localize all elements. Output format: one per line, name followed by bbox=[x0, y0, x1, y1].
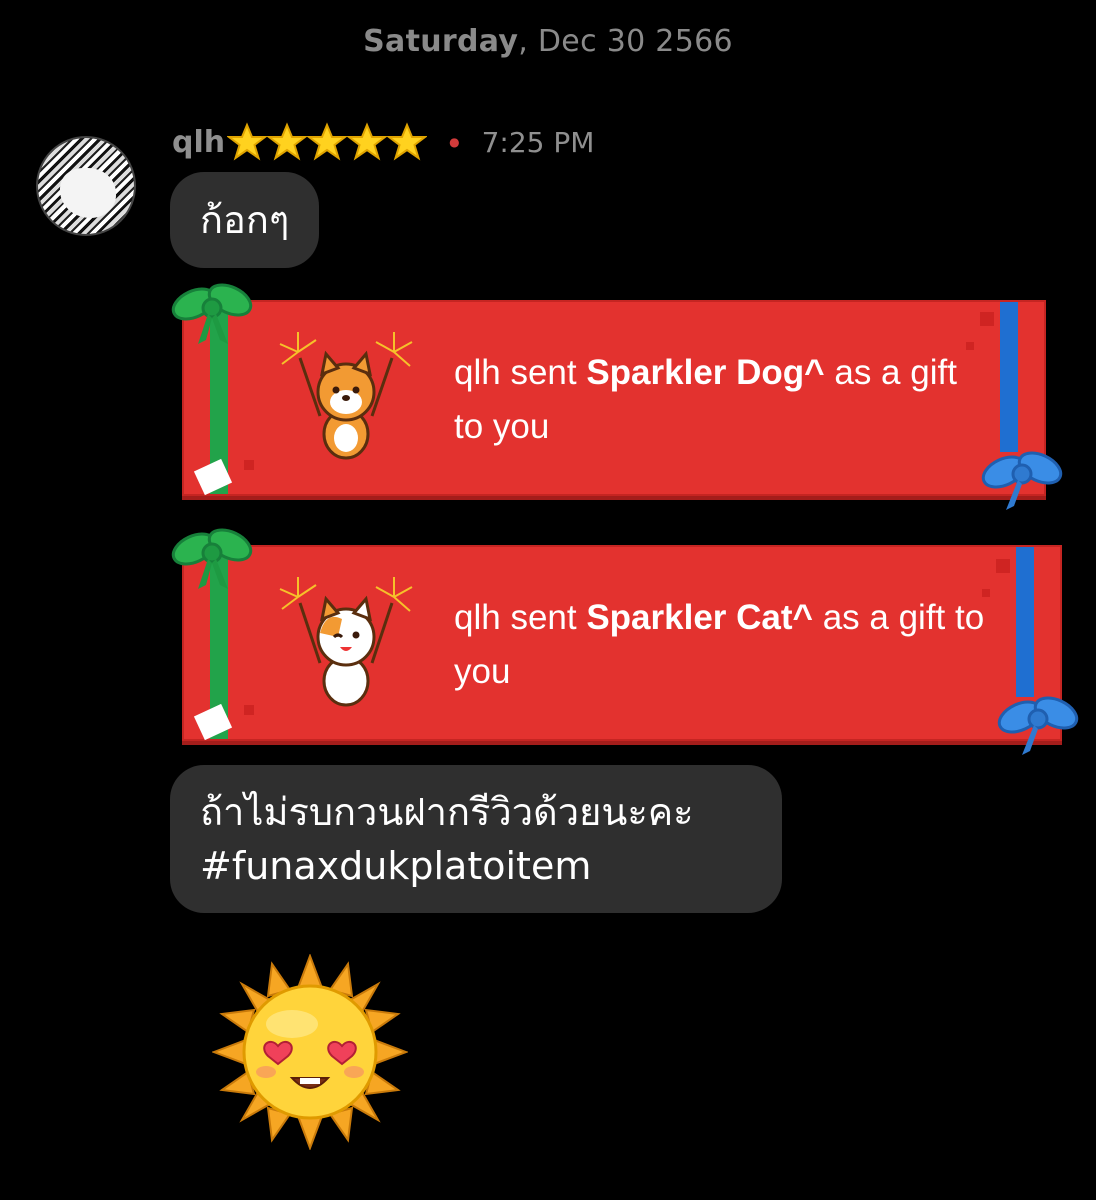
date-rest: , Dec 30 2566 bbox=[518, 24, 733, 59]
decor-square bbox=[244, 705, 254, 715]
bubble-text-line: #funaxdukplatoitem bbox=[200, 844, 592, 888]
chat-bubble[interactable]: ถ้าไม่รบกวนฝากรีวิวด้วยนะคะ #funaxdukpla… bbox=[170, 765, 782, 913]
date-day: Saturday bbox=[363, 24, 519, 59]
decor-square bbox=[996, 559, 1010, 573]
message-header: qlh ● 7:25 PM bbox=[172, 120, 594, 164]
message-time: 7:25 PM bbox=[481, 125, 595, 159]
chat-bubble[interactable]: ก้อกๆ bbox=[170, 172, 320, 268]
date-separator: Saturday, Dec 30 2566 bbox=[0, 24, 1096, 59]
gift-pre: sent bbox=[500, 353, 587, 392]
rating-stars bbox=[227, 122, 428, 162]
gift-pre: sent bbox=[500, 598, 587, 637]
gift-message: qlh sent Sparkler Cat^ as a gift to you bbox=[454, 591, 994, 699]
heart-eyes-sun-sticker[interactable] bbox=[212, 954, 408, 1150]
bubble-text: ก้อกๆ bbox=[200, 198, 290, 242]
star-icon bbox=[267, 122, 308, 161]
username[interactable]: qlh bbox=[172, 125, 225, 160]
star-icon bbox=[227, 122, 268, 161]
gift-item-name: Sparkler Dog^ bbox=[586, 353, 825, 392]
bubble-text-line: ถ้าไม่รบกวนฝากรีวิวด้วยนะคะ bbox=[200, 790, 694, 834]
gift-sender: qlh bbox=[454, 353, 501, 392]
decor-square bbox=[244, 460, 254, 470]
star-icon bbox=[307, 122, 348, 161]
sparkler-cat-icon bbox=[279, 577, 413, 707]
gift-sender: qlh bbox=[454, 598, 501, 637]
separator-dot: ● bbox=[449, 135, 460, 149]
decor-square bbox=[980, 312, 994, 326]
gift-message: qlh sent Sparkler Dog^ as a gift to you bbox=[454, 346, 994, 454]
avatar[interactable] bbox=[36, 136, 136, 236]
star-icon bbox=[347, 122, 388, 161]
green-bow-icon bbox=[171, 283, 253, 344]
blue-bow-icon bbox=[997, 696, 1079, 755]
sparkler-dog-icon bbox=[279, 332, 413, 460]
gift-card[interactable]: qlh sent Sparkler Dog^ as a gift to you bbox=[171, 283, 1063, 510]
star-icon bbox=[387, 122, 428, 161]
ribbon-blue bbox=[1000, 302, 1018, 452]
green-bow-icon bbox=[171, 528, 253, 589]
gift-card[interactable]: qlh sent Sparkler Cat^ as a gift to you bbox=[171, 528, 1079, 755]
ribbon-blue bbox=[1016, 547, 1034, 697]
gift-item-name: Sparkler Cat^ bbox=[586, 598, 813, 637]
